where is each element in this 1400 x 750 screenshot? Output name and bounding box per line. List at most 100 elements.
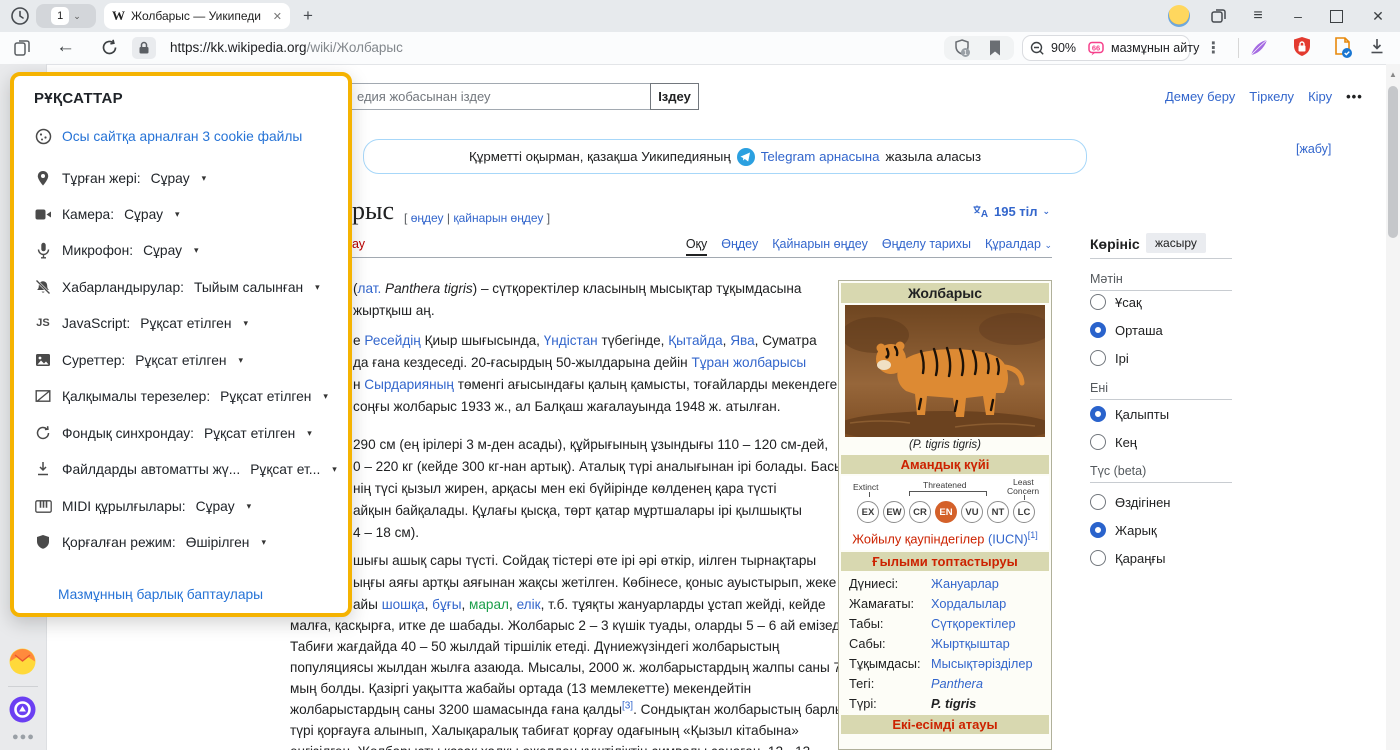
svg-text:A: A bbox=[981, 209, 988, 219]
permission-row-location[interactable]: Тұрған жері:Сұрау▾ bbox=[34, 168, 206, 188]
tab-read[interactable]: Оқу bbox=[686, 237, 707, 256]
close-window-button[interactable]: ✕ bbox=[1370, 8, 1386, 24]
telegram-channel-link[interactable]: Telegram арнасына bbox=[761, 149, 880, 164]
edit-link[interactable]: өңдеу bbox=[411, 211, 444, 225]
new-tab-button[interactable]: + bbox=[303, 7, 313, 24]
read-aloud-label[interactable]: мазмұнын айту bbox=[1111, 41, 1199, 55]
tab-tools[interactable]: Құралдар ⌄ bbox=[985, 237, 1052, 256]
radio-color-light[interactable]: Жарық bbox=[1090, 522, 1157, 538]
kingdom-link[interactable]: Жануарлар bbox=[931, 576, 999, 591]
text-size-section-label: Мәтін bbox=[1090, 272, 1123, 286]
camera-icon bbox=[34, 205, 52, 223]
tab-panel-icon[interactable] bbox=[1210, 7, 1228, 25]
register-link[interactable]: Тіркелу bbox=[1249, 89, 1294, 104]
genus-link[interactable]: Panthera bbox=[931, 676, 983, 691]
password-shield-icon[interactable]: 1 bbox=[952, 38, 972, 58]
translate-doc-icon[interactable] bbox=[1332, 36, 1354, 59]
tab-edit[interactable]: Өңдеу bbox=[721, 237, 758, 256]
protect-shield-icon[interactable] bbox=[1292, 36, 1312, 58]
side-strip-more-icon[interactable]: ●●● bbox=[12, 731, 35, 743]
tab-edit-source[interactable]: Қайнарын өңдеу bbox=[772, 237, 868, 256]
permission-row-images[interactable]: Суреттер:Рұқсат етілген▾ bbox=[34, 350, 243, 370]
chevron-down-icon: ▾ bbox=[307, 428, 312, 439]
tab-group-button[interactable]: 1 ⌄ bbox=[36, 4, 96, 28]
appearance-hide-button[interactable]: жасыру bbox=[1146, 233, 1206, 253]
phylum-link[interactable]: Хордалылар bbox=[931, 596, 1006, 611]
radio-text-medium[interactable]: Орташа bbox=[1090, 322, 1163, 338]
reload-button[interactable] bbox=[100, 38, 119, 57]
permission-row-popups[interactable]: Қалқымалы терезелер:Рұқсат етілген▾ bbox=[34, 386, 328, 406]
back-button[interactable]: ← bbox=[56, 36, 75, 58]
all-content-settings-link[interactable]: Мазмұнның барлық баптаулары bbox=[58, 587, 263, 602]
radio-color-auto[interactable]: Өздігінен bbox=[1090, 494, 1170, 510]
permission-row-notifications[interactable]: Хабарландырулар:Тыйым салынған▾ bbox=[34, 277, 320, 297]
active-tab[interactable]: W Жолбарыс — Уикипеди ✕ bbox=[104, 3, 290, 29]
taxonomy-row: Тұқымдасы:Мысықтәрізділер bbox=[839, 653, 1051, 673]
site-security-lock-icon[interactable] bbox=[132, 37, 156, 59]
permission-row-midi[interactable]: MIDI құрылғылары:Сұрау▾ bbox=[34, 496, 251, 516]
taxonomy-row: Түрі:P. tigris bbox=[839, 693, 1051, 713]
iucn-status-chart: Extinct Threatened Least Concern EX EW C… bbox=[841, 476, 1049, 550]
permission-row-background-sync[interactable]: Фондық синхрондау:Рұқсат етілген▾ bbox=[34, 423, 312, 443]
edit-source-link[interactable]: қайнарын өңдеу bbox=[453, 211, 543, 225]
iucn-circle-ew: EW bbox=[883, 501, 905, 523]
bookmark-icon[interactable] bbox=[988, 39, 1002, 57]
section-divider bbox=[1090, 290, 1232, 291]
iucn-link[interactable]: (IUCN) bbox=[988, 531, 1028, 546]
radio-text-small[interactable]: Ұсақ bbox=[1090, 294, 1142, 310]
downloads-icon[interactable] bbox=[1368, 37, 1386, 56]
tab-group-count: 1 bbox=[51, 7, 69, 25]
radio-color-dark[interactable]: Қараңғы bbox=[1090, 550, 1166, 566]
chevron-down-icon: ▾ bbox=[261, 537, 266, 548]
permission-row-protected-mode[interactable]: Қорғалған режим:Өшірілген▾ bbox=[34, 532, 266, 552]
url-bar[interactable]: https://kk.wikipedia.org/wiki/Жолбарыс bbox=[170, 40, 403, 55]
iucn-tick bbox=[869, 492, 870, 497]
restore-button[interactable] bbox=[1330, 10, 1343, 23]
radio-width-wide[interactable]: Кең bbox=[1090, 434, 1137, 450]
bracket: [ bbox=[404, 211, 407, 225]
reference-1[interactable]: [1] bbox=[1028, 530, 1038, 540]
width-section-label: Ені bbox=[1090, 381, 1108, 395]
iucn-brace bbox=[909, 491, 987, 496]
minimize-button[interactable]: – bbox=[1290, 8, 1306, 24]
tiger-photo[interactable] bbox=[845, 305, 1045, 437]
cookies-row[interactable]: Осы сайтқа арналған 3 cookie файлы bbox=[34, 126, 302, 146]
zoom-level[interactable]: 90% bbox=[1051, 41, 1076, 55]
alice-assistant-icon[interactable] bbox=[9, 696, 36, 723]
menu-icon[interactable]: ≡ bbox=[1250, 8, 1266, 24]
history-icon[interactable] bbox=[10, 6, 30, 26]
page-tools-pill: 90% 66 мазмұнын айту ⋮ bbox=[1022, 35, 1190, 61]
yandex-pen-icon[interactable] bbox=[1248, 36, 1270, 58]
profile-avatar[interactable] bbox=[1168, 5, 1190, 27]
permission-row-microphone[interactable]: Микрофон:Сұрау▾ bbox=[34, 240, 199, 260]
radio-width-standard[interactable]: Қалыпты bbox=[1090, 406, 1169, 422]
permission-row-javascript[interactable]: JS JavaScript:Рұқсат етілген▾ bbox=[34, 313, 248, 333]
yandex-mail-icon[interactable] bbox=[9, 648, 36, 675]
donate-link[interactable]: Демеу беру bbox=[1165, 89, 1235, 104]
order-link[interactable]: Жыртқыштар bbox=[931, 636, 1010, 651]
more-options-icon[interactable]: ⋮ bbox=[1205, 38, 1221, 58]
radio-text-large[interactable]: Ірі bbox=[1090, 350, 1129, 366]
sidebar-toggle-icon[interactable] bbox=[12, 38, 32, 58]
wiki-search-button[interactable]: Іздеу bbox=[650, 83, 699, 110]
zoom-out-icon[interactable] bbox=[1030, 41, 1045, 56]
all-content-settings-row[interactable]: Мазмұнның барлық баптаулары bbox=[58, 584, 263, 604]
language-selector[interactable]: A 195 тіл ⌄ bbox=[972, 204, 1050, 219]
site-permissions-panel: РҰҚСАТТАР Осы сайтқа арналған 3 cookie ф… bbox=[10, 72, 352, 617]
permission-row-auto-downloads[interactable]: Файлдарды автоматты жү...Рұқсат ет...▾ bbox=[34, 459, 337, 479]
taxobox: Жолбарыс (P. tigris tigris) Амандық күйі bbox=[838, 280, 1052, 750]
tab-history[interactable]: Өңделу тарихы bbox=[882, 237, 971, 256]
class-link[interactable]: Сүтқоректілер bbox=[931, 616, 1016, 631]
scrollbar-up-icon[interactable]: ▲ bbox=[1389, 70, 1397, 79]
telegram-banner: Құрметті оқырман, қазақша Уикипедияның T… bbox=[363, 139, 1087, 174]
scrollbar-thumb[interactable] bbox=[1388, 86, 1398, 238]
banner-close-link[interactable]: [жабу] bbox=[1296, 142, 1331, 156]
infobox-caption: (P. tigris tigris) bbox=[839, 439, 1051, 451]
cookies-link[interactable]: Осы сайтқа арналған 3 cookie файлы bbox=[62, 129, 302, 144]
tab-close-icon[interactable]: ✕ bbox=[273, 10, 282, 23]
family-link[interactable]: Мысықтәрізділер bbox=[931, 656, 1033, 671]
more-user-links[interactable]: ••• bbox=[1346, 89, 1363, 104]
permission-row-camera[interactable]: Камера:Сұрау▾ bbox=[34, 204, 180, 224]
login-link[interactable]: Кіру bbox=[1308, 89, 1332, 104]
read-aloud-icon[interactable]: 66 bbox=[1088, 41, 1105, 56]
